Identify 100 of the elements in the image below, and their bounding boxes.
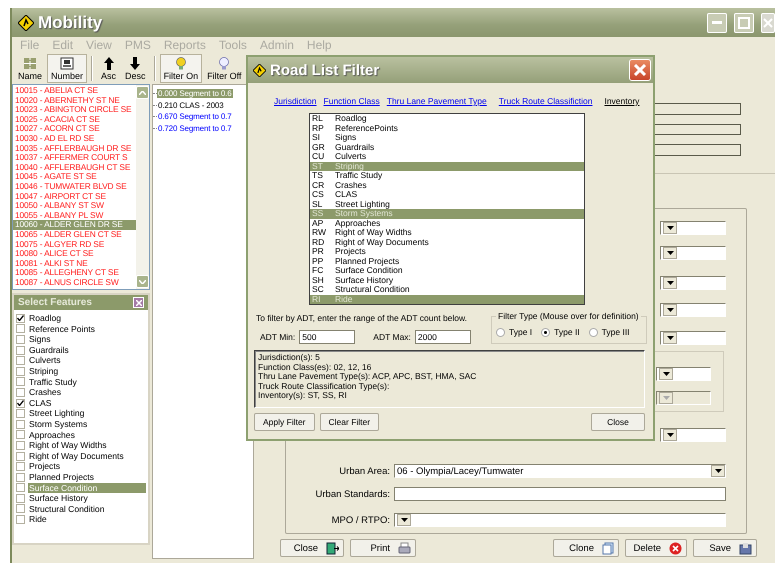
feature-label[interactable]: Street Lighting [28,408,146,419]
road-list-item[interactable]: 10027 - ACORN CT SE [13,124,136,134]
urban-area-dropdown[interactable]: 06 - Olympia/Lacey/Tumwater [394,464,726,478]
action-button[interactable]: Save [693,539,757,558]
feature-label[interactable]: Approaches [28,430,146,440]
close-button[interactable] [761,12,775,32]
inventory-list-item[interactable]: TS Traffic Study [310,171,584,180]
checkbox[interactable] [16,504,25,514]
dropdown[interactable] [660,246,726,260]
checkbox[interactable] [16,420,25,429]
road-list-item[interactable]: 10015 - ABELIA CT SE [13,86,136,96]
minimize-button[interactable] [707,12,727,32]
checkbox[interactable] [16,430,25,440]
tree-item[interactable]: 0.210 CLAS - 2003 [157,100,224,110]
close-button[interactable] [133,297,144,308]
road-list-item[interactable]: 10085 - ALLEGHENY CT SE [13,268,136,278]
dropdown[interactable] [660,428,726,442]
action-button[interactable]: Close [280,539,344,558]
road-list-item[interactable]: 10047 - AIRPORT CT SE [13,192,136,202]
dropdown[interactable] [656,367,711,382]
checkbox[interactable] [16,515,25,524]
scroll-up-button[interactable] [136,86,149,99]
dialog-button[interactable]: Apply Filter [254,413,315,431]
checkbox[interactable] [16,334,25,344]
feature-label[interactable]: Projects [28,461,146,472]
checkbox[interactable] [16,483,25,492]
feature-label[interactable]: Right of Way Documents [28,450,146,462]
toolbar-button[interactable]: Filter Off [203,54,246,83]
scroll-down-button[interactable] [136,275,149,288]
toolbar-button[interactable]: Number [47,54,88,83]
road-list-item[interactable]: 10065 - ALDER GLEN CT SE [13,230,136,240]
feature-label[interactable]: Traffic Study [28,376,146,388]
filter-tab-link[interactable]: Truck Route Classifiction [498,96,592,113]
inventory-list-item[interactable]: GR Guardrails [310,142,584,152]
input-field[interactable] [394,487,726,502]
checkbox[interactable] [16,377,25,386]
action-button[interactable]: Print [350,539,416,558]
tree-item[interactable]: 0.670 Segment to 0.7 [157,112,233,122]
close-button[interactable] [629,59,651,81]
checkbox[interactable] [16,452,25,461]
road-list-item[interactable]: 10046 - TUMWATER BLVD SE [13,182,136,192]
feature-label[interactable]: Surface History [28,493,146,504]
checkbox[interactable] [16,388,25,397]
checkbox[interactable] [16,494,25,503]
inventory-list-item[interactable]: PR Projects [310,247,584,256]
inventory-list-item[interactable]: CS CLAS [310,190,584,200]
tree-item[interactable]: 0.720 Segment to 0.7 [157,124,233,134]
dropdown[interactable] [660,276,726,290]
feature-label[interactable]: Ride [28,514,146,525]
feature-label[interactable]: Reference Points [28,324,146,334]
inventory-list-item[interactable]: SI Signs [310,133,584,142]
road-list-item[interactable]: 10040 - AFFLERBAUGH CT SE [13,162,136,172]
road-list-item[interactable]: 10035 - AFFLERBAUGH DR SE [13,144,136,154]
checkbox[interactable] [16,346,25,355]
road-list-item[interactable]: 10055 - ALBANY PL SW [13,210,136,220]
road-list-item[interactable]: 10030 - AD EL RD SE [13,134,136,144]
inventory-list-item[interactable]: SH Surface History [310,276,584,285]
inventory-list-item[interactable]: AP Approaches [310,218,584,228]
radio-button[interactable] [496,328,505,336]
dropdown[interactable] [660,221,726,236]
road-list-item[interactable]: 10081 - ALKI ST NE [13,258,136,268]
road-list-item[interactable]: 10037 - AFFERMER COURT S [13,153,136,163]
checkbox[interactable] [16,356,25,366]
dialog-button[interactable]: Clear Filter [320,413,380,431]
road-list-item[interactable]: 10075 - ALGYER RD SE [13,240,136,250]
toolbar-button[interactable]: Desc [121,54,150,83]
action-button[interactable]: Delete [625,539,687,558]
checkbox[interactable] [16,366,25,376]
adt-min-field[interactable]: 500 [299,330,356,344]
inventory-list-item[interactable]: RW Right of Way Widths [310,228,584,238]
feature-label[interactable]: Striping [28,366,146,377]
toolbar-button[interactable]: Asc [97,54,120,83]
feature-label[interactable]: Signs [28,334,146,345]
adt-max-field[interactable]: 2000 [414,330,471,344]
inventory-list-item[interactable]: SL Street Lighting [310,200,584,209]
feature-label[interactable]: Planned Projects [28,472,146,482]
checkbox[interactable] [16,314,25,323]
feature-label[interactable]: Right of Way Widths [28,440,146,451]
feature-label[interactable]: Guardrails [28,344,146,356]
feature-label[interactable]: Structural Condition [28,504,146,514]
inventory-list-item[interactable]: RL Roadlog [310,114,584,124]
inventory-list-item[interactable]: PP Planned Projects [310,256,584,266]
road-list-item[interactable]: 10020 - ABERNETHY ST NE [13,96,136,106]
road-list-item[interactable]: 10025 - ACACIA CT SE [13,114,136,124]
checkbox[interactable] [16,324,25,334]
inventory-list-item[interactable]: SC Structural Condition [310,285,584,294]
checkbox[interactable] [16,472,25,482]
feature-label[interactable]: Crashes [28,387,146,398]
feature-label[interactable]: Culverts [28,355,146,366]
dropdown[interactable] [660,331,726,346]
scrollbar[interactable] [136,85,149,289]
maximize-button[interactable] [734,12,754,32]
toolbar-button[interactable]: Name [14,54,46,83]
mpo-dropdown[interactable] [394,513,726,528]
toolbar-button[interactable]: Filter On [160,54,202,83]
road-list-item[interactable]: 10050 - ALBANY ST SW [13,201,136,211]
inventory-list-item[interactable]: RD Right of Way Documents [310,238,584,247]
dropdown[interactable] [660,303,726,318]
feature-label[interactable]: CLAS [28,398,146,408]
inventory-list-item[interactable]: CR Crashes [310,180,584,190]
